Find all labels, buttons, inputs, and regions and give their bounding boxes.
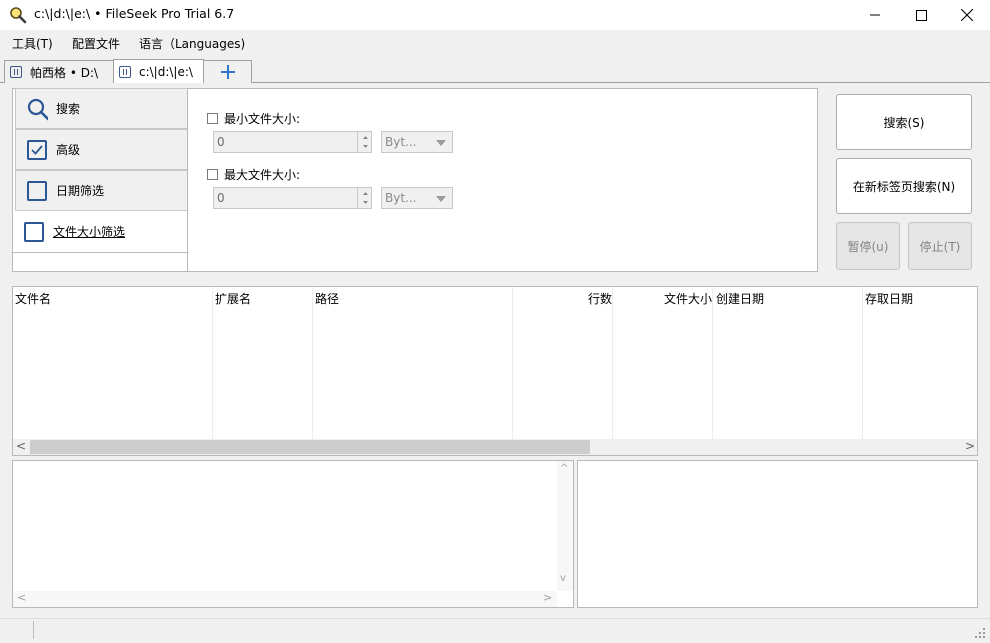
status-separator xyxy=(33,621,34,639)
nav-search[interactable]: 搜索 xyxy=(15,88,188,129)
resize-grip-icon[interactable] xyxy=(974,627,986,639)
scroll-left-arrow[interactable]: < xyxy=(17,591,26,604)
max-size-checkbox[interactable] xyxy=(207,169,218,180)
max-size-unit-select[interactable]: Byt... xyxy=(381,187,453,209)
search-icon xyxy=(27,98,48,120)
nav-advanced-label: 高级 xyxy=(56,143,81,157)
new-tab-button[interactable] xyxy=(203,60,252,83)
maximize-button[interactable] xyxy=(898,0,944,30)
results-table: 文件名 扩展名 路径 行数 文件大小 创建日期 存取日期 < > xyxy=(12,286,978,456)
stop-button[interactable]: 停止(T) xyxy=(908,222,972,270)
col-header-filename[interactable]: 文件名 xyxy=(15,290,51,307)
checkbox-icon xyxy=(24,221,44,242)
max-size-input[interactable]: 0 xyxy=(213,187,372,209)
nav-search-label: 搜索 xyxy=(56,102,81,116)
minimize-button[interactable] xyxy=(852,0,898,30)
min-size-checkbox[interactable] xyxy=(207,113,218,124)
column-divider xyxy=(862,287,863,439)
max-unit-value: Byt... xyxy=(385,191,417,205)
column-divider xyxy=(612,287,613,439)
scroll-right-arrow[interactable]: > xyxy=(543,591,552,604)
stepper-arrows-icon xyxy=(363,136,368,148)
chevron-down-icon xyxy=(436,140,446,146)
search-button[interactable]: 搜索(S) xyxy=(836,94,972,150)
close-icon xyxy=(961,9,973,21)
preview-pane-left: ^ v < > xyxy=(12,460,574,608)
scroll-up-arrow[interactable]: ^ xyxy=(560,463,568,474)
size-filter-panel: 最小文件大小: 0 Byt... 最大文件大小: 0 Byt... xyxy=(187,88,818,272)
max-size-value: 0 xyxy=(217,191,225,205)
checkbox-checked-icon xyxy=(27,139,47,160)
preview-hscrollbar[interactable]: < > xyxy=(13,591,557,607)
min-size-unit-select[interactable]: Byt... xyxy=(381,131,453,153)
min-unit-value: Byt... xyxy=(385,135,417,149)
nav-advanced[interactable]: 高级 xyxy=(15,129,188,170)
col-header-created[interactable]: 创建日期 xyxy=(716,290,764,307)
min-size-stepper[interactable] xyxy=(357,131,372,153)
tab-profile-icon xyxy=(10,66,22,78)
tab-cde[interactable]: c:\|d:\|e:\ xyxy=(113,59,204,83)
stepper-arrows-icon xyxy=(363,192,368,204)
magnifier-app-icon xyxy=(10,7,27,24)
window-title: c:\|d:\|e:\ • FileSeek Pro Trial 6.7 xyxy=(34,6,235,21)
scroll-left-arrow[interactable]: < xyxy=(16,439,26,453)
nav-size-filter-label: 文件大小筛选 xyxy=(53,225,126,239)
col-header-accessed[interactable]: 存取日期 xyxy=(865,290,913,307)
tab-profile-icon xyxy=(119,65,131,78)
column-divider xyxy=(212,287,213,439)
min-size-label: 最小文件大小: xyxy=(224,112,301,126)
status-bar xyxy=(0,618,990,643)
chevron-down-icon xyxy=(436,196,446,202)
column-divider xyxy=(312,287,313,439)
tab-label: 帕西格 • D:\ xyxy=(30,65,99,80)
nav-size-filter[interactable]: 文件大小筛选 xyxy=(12,211,188,253)
min-size-input[interactable]: 0 xyxy=(213,131,372,153)
col-header-extension[interactable]: 扩展名 xyxy=(215,290,251,307)
column-divider xyxy=(712,287,713,439)
col-header-path[interactable]: 路径 xyxy=(315,290,339,307)
column-divider xyxy=(512,287,513,439)
max-size-label: 最大文件大小: xyxy=(224,168,301,182)
preview-pane-right xyxy=(577,460,978,608)
nav-date-filter-label: 日期筛选 xyxy=(56,184,105,198)
scroll-right-arrow[interactable]: > xyxy=(965,439,975,453)
nav-date-filter[interactable]: 日期筛选 xyxy=(15,170,188,211)
min-size-value: 0 xyxy=(217,135,225,149)
results-hscroll-thumb[interactable] xyxy=(30,440,590,454)
preview-vscrollbar[interactable]: ^ v xyxy=(557,461,573,591)
menu-profiles[interactable]: 配置文件 xyxy=(72,35,120,52)
tab-pasig-d[interactable]: 帕西格 • D:\ xyxy=(4,60,114,83)
checkbox-icon xyxy=(27,180,47,201)
title-bar: c:\|d:\|e:\ • FileSeek Pro Trial 6.7 xyxy=(0,0,990,30)
minimize-icon xyxy=(870,14,880,16)
tab-label: c:\|d:\|e:\ xyxy=(139,64,193,79)
maximize-icon xyxy=(915,9,927,21)
menu-bar: 工具(T) 配置文件 语言（Languages) xyxy=(0,30,990,56)
menu-tools[interactable]: 工具(T) xyxy=(12,35,53,52)
max-size-stepper[interactable] xyxy=(357,187,372,209)
scroll-down-arrow[interactable]: v xyxy=(560,573,566,584)
pause-button[interactable]: 暂停(u) xyxy=(836,222,900,270)
menu-language[interactable]: 语言（Languages) xyxy=(139,35,245,52)
close-button[interactable] xyxy=(944,0,990,30)
col-header-size[interactable]: 文件大小 xyxy=(664,290,712,307)
search-new-tab-button[interactable]: 在新标签页搜索(N) xyxy=(836,158,972,214)
plus-icon xyxy=(220,65,235,79)
results-hscrollbar[interactable]: < > xyxy=(13,439,977,455)
col-header-lines[interactable]: 行数 xyxy=(588,290,612,307)
